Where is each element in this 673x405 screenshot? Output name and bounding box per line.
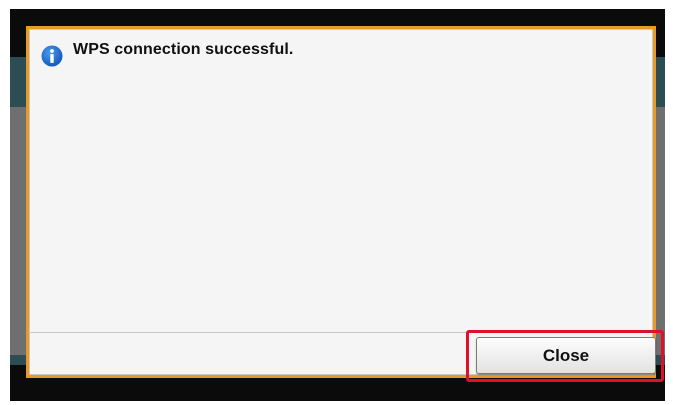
dialog-message: WPS connection successful. — [73, 41, 294, 58]
wps-result-dialog: WPS connection successful. — [26, 26, 656, 378]
close-button[interactable]: Close — [476, 337, 656, 374]
dialog-body: WPS connection successful. — [29, 29, 653, 375]
info-icon — [41, 45, 63, 67]
